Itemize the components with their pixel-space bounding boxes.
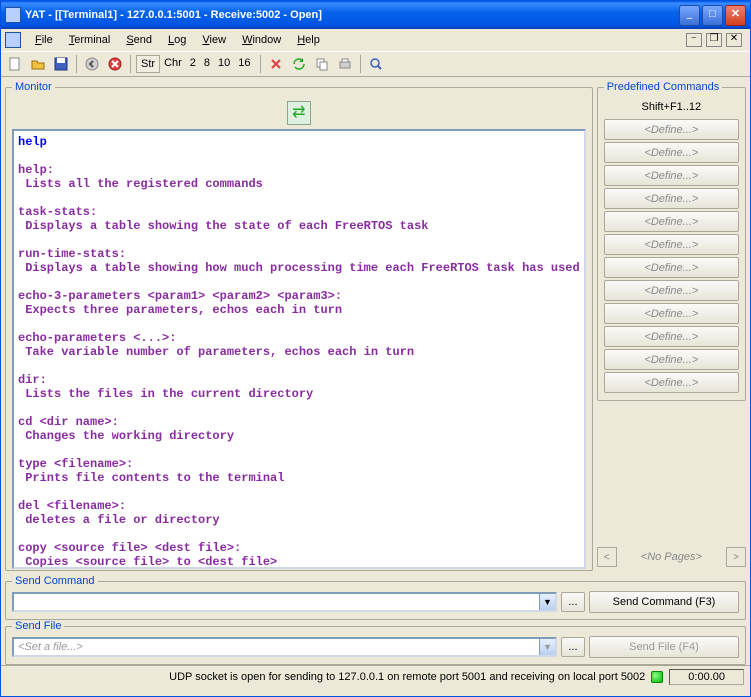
save-icon[interactable] <box>51 54 71 74</box>
define-command-8[interactable]: <Define...> <box>604 280 739 301</box>
menu-file[interactable]: File <box>27 32 61 48</box>
define-command-9[interactable]: <Define...> <box>604 303 739 324</box>
pager-label: <No Pages> <box>619 551 724 563</box>
status-text: UDP socket is open for sending to 127.0.… <box>7 671 645 683</box>
titlebar: YAT - [[Terminal1] - 127.0.0.1:5001 - Re… <box>1 1 750 29</box>
menu-terminal[interactable]: Terminal <box>61 32 119 48</box>
open-icon[interactable] <box>28 54 48 74</box>
toolbar: StrChr281016 <box>1 51 750 77</box>
define-command-2[interactable]: <Define...> <box>604 142 739 163</box>
define-command-12[interactable]: <Define...> <box>604 372 739 393</box>
send-file-legend: Send File <box>12 620 64 632</box>
send-command-button[interactable]: Send Command (F3) <box>589 591 739 613</box>
define-command-6[interactable]: <Define...> <box>604 234 739 255</box>
send-file-browse[interactable]: ... <box>561 637 585 657</box>
send-file-panel: Send File <Set a file...> ▼ ... Send Fil… <box>5 620 746 665</box>
send-file-button[interactable]: Send File (F4) <box>589 636 739 658</box>
mdi-restore[interactable]: ❐ <box>706 33 722 47</box>
menu-send[interactable]: Send <box>118 32 160 48</box>
close-button[interactable]: ✕ <box>725 5 746 26</box>
copy-icon[interactable] <box>312 54 332 74</box>
statusbar: UDP socket is open for sending to 127.0.… <box>1 665 750 687</box>
menubar: File Terminal Send Log View Window Help … <box>1 29 750 51</box>
commands-legend: Predefined Commands <box>604 81 723 93</box>
send-command-input-wrap: ▼ <box>12 592 557 612</box>
mdi-close[interactable]: ✕ <box>726 33 742 47</box>
app-icon <box>5 7 21 23</box>
radix-10[interactable]: 10 <box>214 55 234 73</box>
status-time: 0:00.00 <box>669 669 744 685</box>
radix-chr[interactable]: Chr <box>160 55 186 73</box>
monitor-panel: Monitor ⇄ help help: Lists all the regis… <box>5 81 593 571</box>
radix-16[interactable]: 16 <box>234 55 254 73</box>
pager: < <No Pages> > <box>597 543 746 571</box>
dropdown-icon[interactable]: ▼ <box>539 639 555 655</box>
radix-8[interactable]: 8 <box>200 55 214 73</box>
new-icon[interactable] <box>5 54 25 74</box>
delete-icon[interactable] <box>266 54 286 74</box>
app-icon-small <box>5 32 21 48</box>
menu-log[interactable]: Log <box>160 32 194 48</box>
menu-view[interactable]: View <box>194 32 234 48</box>
menu-window[interactable]: Window <box>234 32 289 48</box>
send-command-browse[interactable]: ... <box>561 592 585 612</box>
define-command-1[interactable]: <Define...> <box>604 119 739 140</box>
status-led-icon <box>651 671 663 683</box>
minimize-button[interactable]: _ <box>679 5 700 26</box>
send-command-input[interactable] <box>14 596 539 608</box>
swap-icon[interactable]: ⇄ <box>287 101 311 125</box>
radix-2[interactable]: 2 <box>186 55 200 73</box>
refresh-icon[interactable] <box>289 54 309 74</box>
send-command-legend: Send Command <box>12 575 98 587</box>
menu-help[interactable]: Help <box>289 32 328 48</box>
pager-prev[interactable]: < <box>597 547 617 567</box>
define-command-10[interactable]: <Define...> <box>604 326 739 347</box>
pager-next[interactable]: > <box>726 547 746 567</box>
define-command-5[interactable]: <Define...> <box>604 211 739 232</box>
define-command-11[interactable]: <Define...> <box>604 349 739 370</box>
commands-hint: Shift+F1..12 <box>604 99 739 119</box>
terminal-output[interactable]: help help: Lists all the registered comm… <box>12 129 586 569</box>
send-command-panel: Send Command ▼ ... Send Command (F3) <box>5 575 746 620</box>
mdi-minimize[interactable]: − <box>686 33 702 47</box>
define-command-4[interactable]: <Define...> <box>604 188 739 209</box>
monitor-legend: Monitor <box>12 81 55 93</box>
define-command-7[interactable]: <Define...> <box>604 257 739 278</box>
window-title: YAT - [[Terminal1] - 127.0.0.1:5001 - Re… <box>25 9 679 21</box>
commands-panel: Predefined Commands Shift+F1..12 <Define… <box>597 81 746 401</box>
stop-icon[interactable] <box>105 54 125 74</box>
print-icon[interactable] <box>335 54 355 74</box>
radix-str[interactable]: Str <box>136 55 160 73</box>
maximize-button[interactable]: □ <box>702 5 723 26</box>
dropdown-icon[interactable]: ▼ <box>539 594 555 610</box>
send-file-input[interactable]: <Set a file...> ▼ <box>12 637 557 657</box>
define-command-3[interactable]: <Define...> <box>604 165 739 186</box>
find-icon[interactable] <box>366 54 386 74</box>
back-icon[interactable] <box>82 54 102 74</box>
